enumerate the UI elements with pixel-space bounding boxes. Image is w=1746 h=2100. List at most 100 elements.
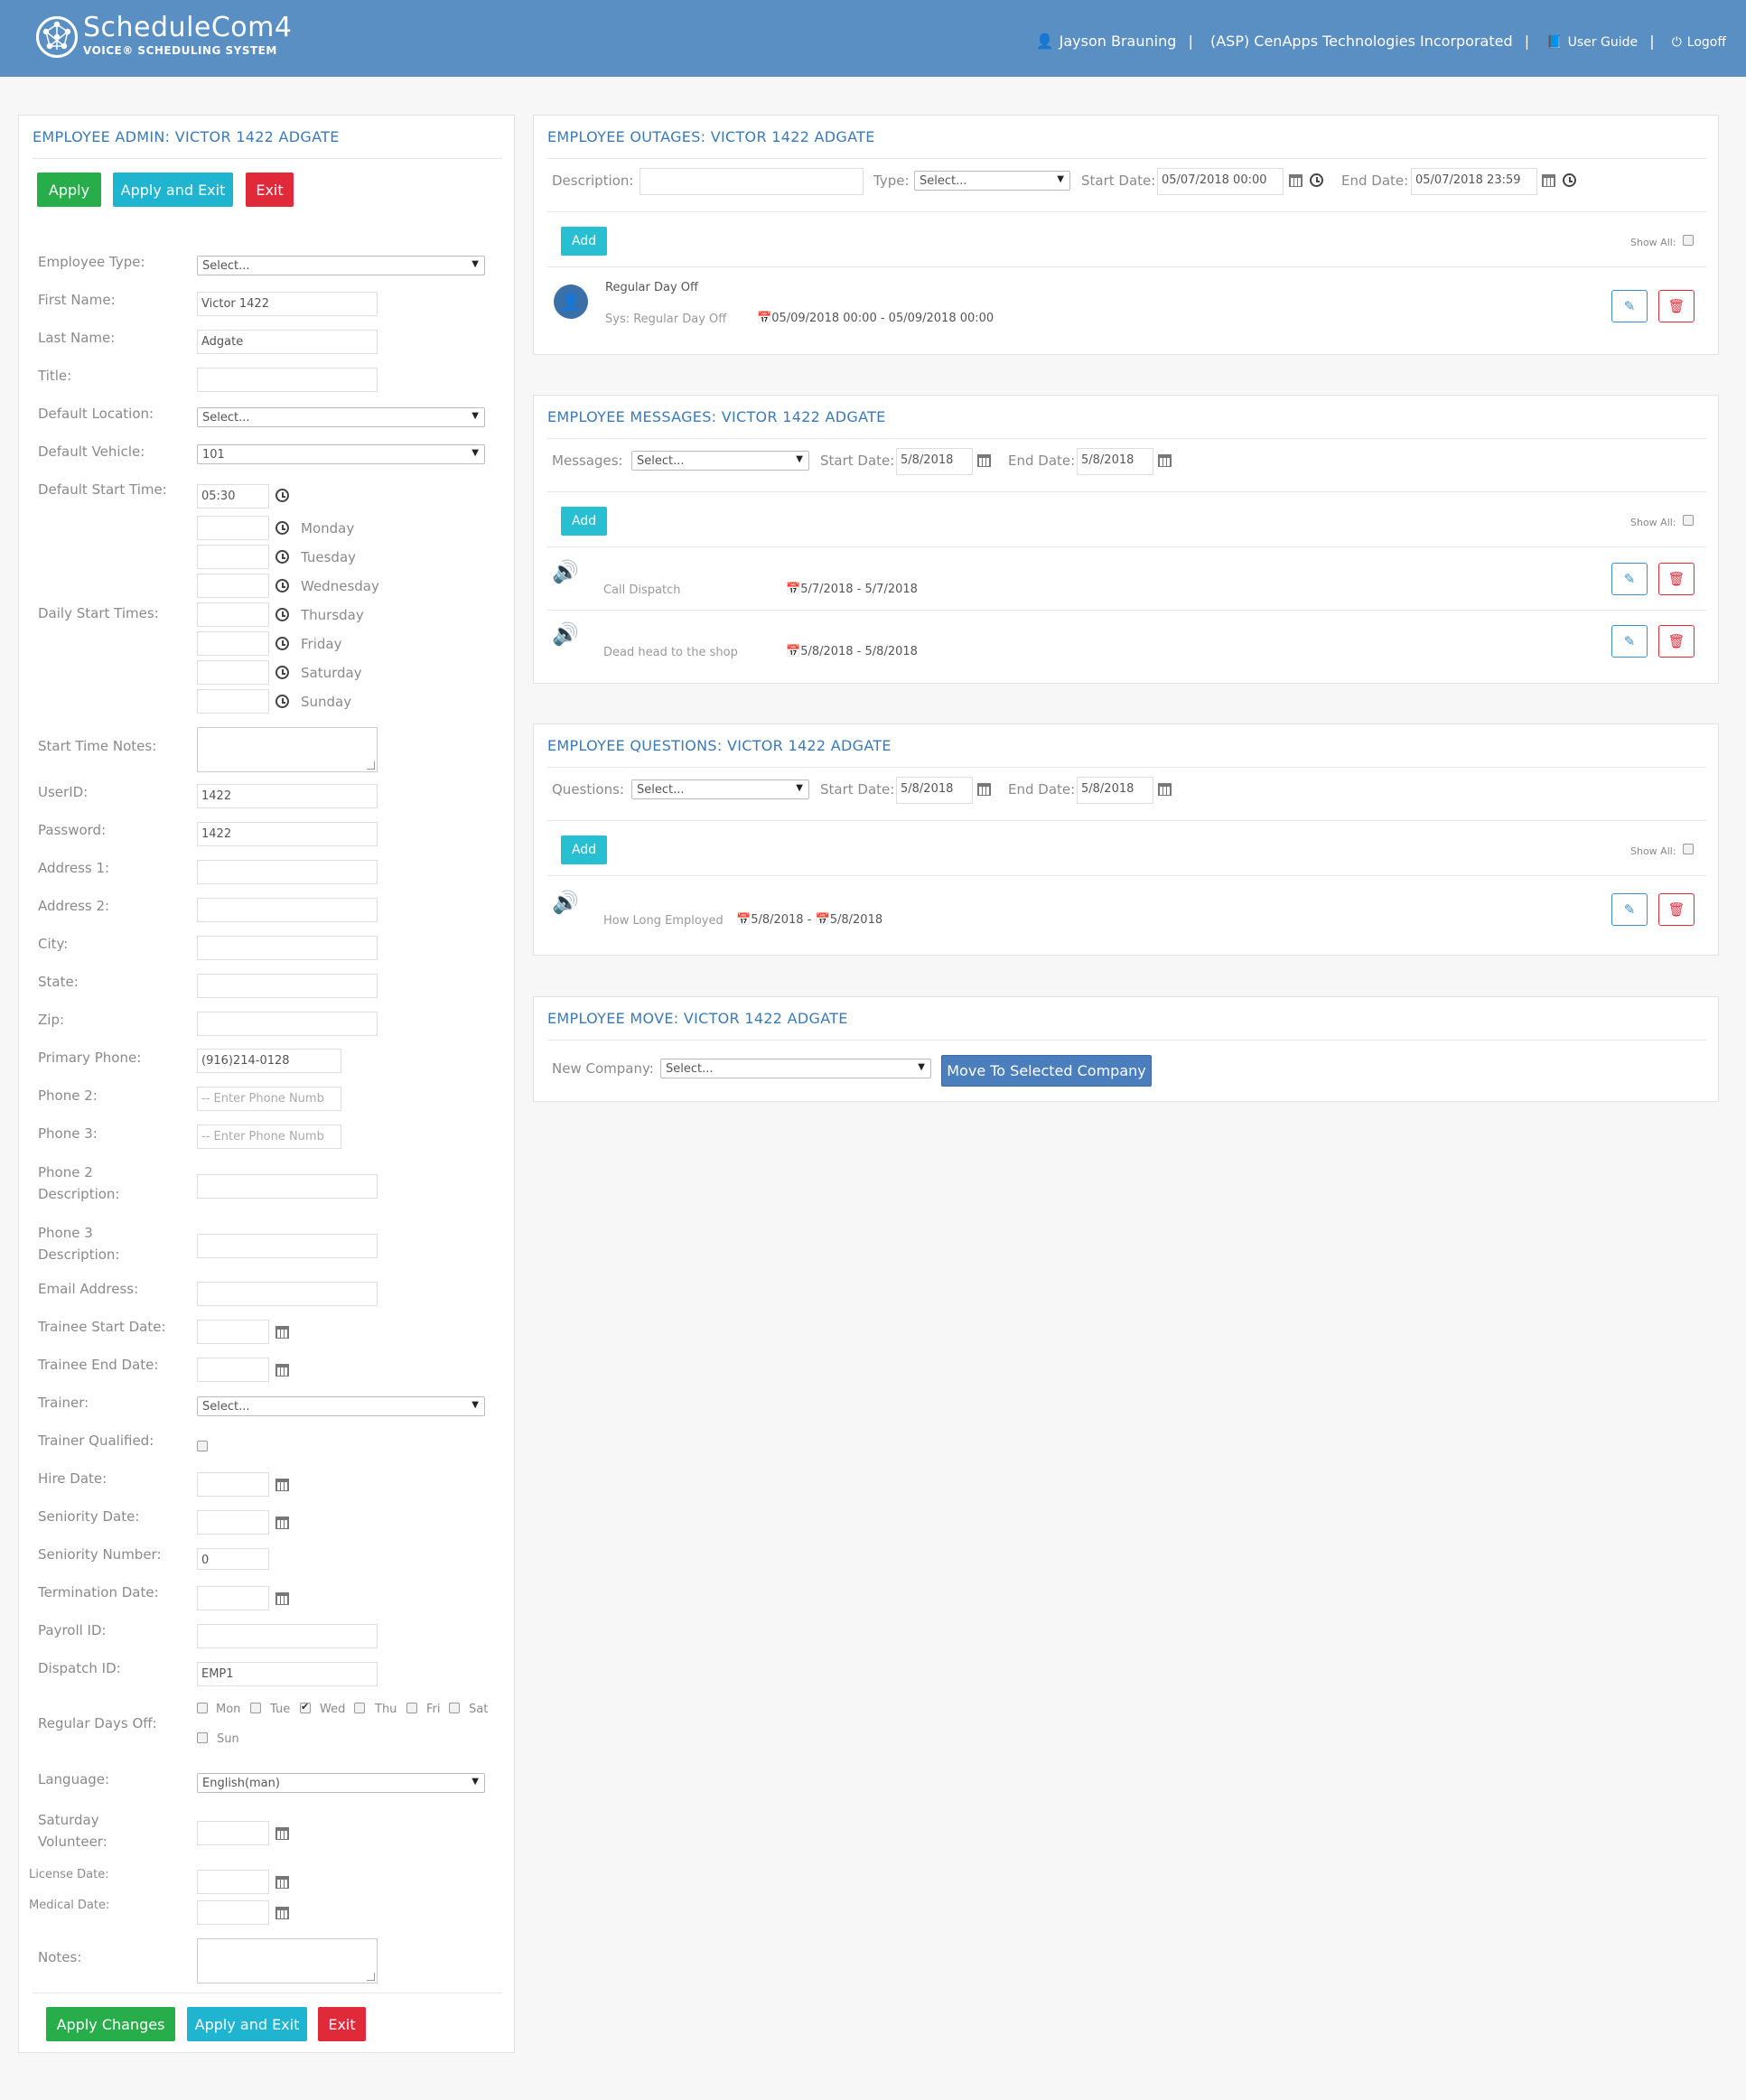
delete-question-button[interactable]: 🗑 [1658,893,1695,926]
end-date-field[interactable]: 5/8/2018 [1077,448,1153,475]
password-field[interactable]: 1422 [197,822,378,846]
apply-changes-button[interactable]: Apply Changes [46,2007,175,2041]
default-vehicle-select[interactable]: 101 ▼ [197,444,485,464]
trainee-start-date-field[interactable] [197,1320,269,1344]
saturday-start-field[interactable] [197,660,269,685]
type-select[interactable]: Select... ▼ [914,171,1070,191]
description-field[interactable] [640,168,864,195]
day-off-thu-checkbox[interactable] [354,1703,365,1713]
trainee-end-date-field[interactable] [197,1358,269,1382]
speaker-icon[interactable]: 🔊 [552,890,579,915]
questions-select[interactable]: Select... ▼ [631,779,809,799]
exit-button-bottom[interactable]: Exit [318,2007,366,2041]
day-off-sat-checkbox[interactable] [449,1703,460,1713]
show-all-checkbox[interactable] [1683,235,1694,246]
speaker-icon[interactable]: 🔊 [552,559,579,584]
friday-start-field[interactable] [197,631,269,656]
user-guide-link[interactable]: User Guide [1568,35,1638,50]
calendar-icon[interactable] [977,454,991,467]
wednesday-start-field[interactable] [197,574,269,598]
add-question-button[interactable]: Add [561,835,608,864]
address2-field[interactable] [197,898,378,922]
default-start-time-field[interactable]: 05:30 [197,484,269,509]
saturday-volunteer-field[interactable] [197,1821,269,1845]
dispatch-id-field[interactable]: EMP1 [197,1662,378,1686]
day-off-wed-checkbox[interactable] [300,1701,311,1713]
apply-button[interactable]: Apply [37,173,101,207]
last-name-field[interactable]: Adgate [197,330,378,354]
edit-outage-button[interactable]: ✎ [1611,290,1648,322]
show-all-checkbox[interactable] [1683,515,1694,526]
add-outage-button[interactable]: Add [561,227,608,256]
phone3-description-field[interactable] [197,1234,378,1258]
calendar-icon[interactable] [1158,454,1172,467]
termination-date-field[interactable] [197,1586,269,1610]
apply-and-exit-button[interactable]: Apply and Exit [113,173,233,207]
address1-field[interactable] [197,860,378,884]
zip-field[interactable] [197,1012,378,1036]
calendar-icon[interactable] [977,783,991,796]
sunday-start-field[interactable] [197,689,269,714]
payroll-id-field[interactable] [197,1624,378,1648]
calendar-icon[interactable] [1542,174,1555,187]
logoff-link[interactable]: Logoff [1687,35,1726,50]
medical-date-field[interactable] [197,1900,269,1925]
edit-message-button[interactable]: ✎ [1611,563,1648,595]
phone2-field[interactable]: -- Enter Phone Numb [197,1087,341,1111]
trainer-qualified-checkbox[interactable] [197,1441,208,1451]
company-name[interactable]: (ASP) CenApps Technologies Incorporated [1210,33,1513,50]
delete-message-button[interactable]: 🗑 [1658,563,1695,595]
email-field[interactable] [197,1282,378,1306]
employee-type-select[interactable]: Select... ▼ [197,256,485,275]
phone2-description-field[interactable] [197,1174,378,1199]
calendar-icon[interactable] [275,1907,289,1919]
clock-icon[interactable] [275,695,289,708]
clock-icon[interactable] [1563,173,1576,187]
edit-message-button[interactable]: ✎ [1611,625,1648,658]
city-field[interactable] [197,936,378,960]
start-time-notes-textarea[interactable] [197,727,378,772]
first-name-field[interactable]: Victor 1422 [197,292,378,316]
clock-icon[interactable] [275,550,289,564]
clock-icon[interactable] [275,521,289,535]
messages-select[interactable]: Select... ▼ [631,451,809,471]
day-off-sun-checkbox[interactable] [197,1732,208,1743]
day-off-mon-checkbox[interactable] [197,1703,208,1713]
new-company-select[interactable]: Select... ▼ [660,1059,931,1078]
start-date-field[interactable]: 5/8/2018 [896,448,973,475]
calendar-icon[interactable] [275,1364,289,1377]
speaker-icon[interactable]: 🔊 [552,621,579,647]
calendar-icon[interactable] [275,1479,289,1491]
end-date-field[interactable]: 5/8/2018 [1077,777,1153,804]
notes-textarea[interactable] [197,1938,378,1983]
show-all-checkbox[interactable] [1683,844,1694,854]
trainer-select[interactable]: Select... ▼ [197,1396,485,1416]
calendar-icon[interactable] [1289,174,1302,187]
clock-icon[interactable] [275,637,289,650]
clock-icon[interactable] [275,608,289,621]
title-field[interactable] [197,368,378,392]
move-to-company-button[interactable]: Move To Selected Company [941,1055,1152,1087]
calendar-icon[interactable] [275,1326,289,1339]
calendar-icon[interactable] [275,1517,289,1529]
add-message-button[interactable]: Add [561,507,608,536]
calendar-icon[interactable] [1158,783,1172,796]
primary-phone-field[interactable]: (916)214-0128 [197,1049,341,1073]
clock-icon[interactable] [275,666,289,679]
start-date-field[interactable]: 05/07/2018 00:00 [1157,168,1284,195]
state-field[interactable] [197,974,378,998]
seniority-date-field[interactable] [197,1510,269,1535]
exit-button[interactable]: Exit [246,173,294,207]
day-off-tue-checkbox[interactable] [250,1703,261,1713]
hire-date-field[interactable] [197,1472,269,1497]
end-date-field[interactable]: 05/07/2018 23:59 [1411,168,1537,195]
user-name[interactable]: Jayson Brauning [1060,33,1177,50]
monday-start-field[interactable] [197,516,269,540]
delete-outage-button[interactable]: 🗑 [1658,290,1695,322]
delete-message-button[interactable]: 🗑 [1658,625,1695,658]
clock-icon[interactable] [275,579,289,593]
start-date-field[interactable]: 5/8/2018 [896,777,973,804]
clock-icon[interactable] [1310,173,1323,187]
userid-field[interactable]: 1422 [197,784,378,808]
brand[interactable]: ScheduleCom4 VOICE® SCHEDULING SYSTEM [83,14,292,58]
